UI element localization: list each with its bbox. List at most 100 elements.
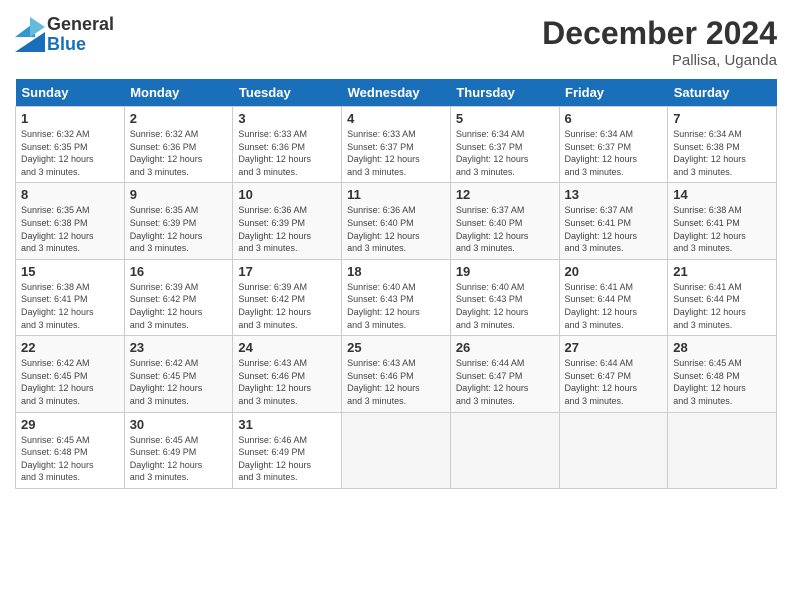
- calendar-cell: [559, 412, 668, 488]
- day-number: 24: [238, 340, 336, 355]
- calendar-cell: 5 Sunrise: 6:34 AMSunset: 6:37 PMDayligh…: [450, 107, 559, 183]
- day-info: Sunrise: 6:41 AMSunset: 6:44 PMDaylight:…: [565, 282, 638, 330]
- day-header-thursday: Thursday: [450, 79, 559, 107]
- calendar-cell: 22 Sunrise: 6:42 AMSunset: 6:45 PMDaylig…: [16, 336, 125, 412]
- day-number: 1: [21, 111, 119, 126]
- day-info: Sunrise: 6:40 AMSunset: 6:43 PMDaylight:…: [347, 282, 420, 330]
- calendar-cell: 7 Sunrise: 6:34 AMSunset: 6:38 PMDayligh…: [668, 107, 777, 183]
- day-info: Sunrise: 6:41 AMSunset: 6:44 PMDaylight:…: [673, 282, 746, 330]
- day-header-wednesday: Wednesday: [342, 79, 451, 107]
- day-number: 18: [347, 264, 445, 279]
- calendar-cell: 16 Sunrise: 6:39 AMSunset: 6:42 PMDaylig…: [124, 259, 233, 335]
- day-number: 20: [565, 264, 663, 279]
- day-info: Sunrise: 6:32 AMSunset: 6:35 PMDaylight:…: [21, 129, 94, 177]
- calendar-cell: 30 Sunrise: 6:45 AMSunset: 6:49 PMDaylig…: [124, 412, 233, 488]
- day-header-tuesday: Tuesday: [233, 79, 342, 107]
- calendar-cell: 20 Sunrise: 6:41 AMSunset: 6:44 PMDaylig…: [559, 259, 668, 335]
- calendar-cell: 17 Sunrise: 6:39 AMSunset: 6:42 PMDaylig…: [233, 259, 342, 335]
- month-title: December 2024: [542, 15, 777, 52]
- calendar-cell: 13 Sunrise: 6:37 AMSunset: 6:41 PMDaylig…: [559, 183, 668, 259]
- day-info: Sunrise: 6:46 AMSunset: 6:49 PMDaylight:…: [238, 435, 311, 483]
- day-number: 13: [565, 187, 663, 202]
- calendar-cell: 21 Sunrise: 6:41 AMSunset: 6:44 PMDaylig…: [668, 259, 777, 335]
- day-number: 26: [456, 340, 554, 355]
- calendar-cell: 15 Sunrise: 6:38 AMSunset: 6:41 PMDaylig…: [16, 259, 125, 335]
- calendar-cell: 12 Sunrise: 6:37 AMSunset: 6:40 PMDaylig…: [450, 183, 559, 259]
- logo: General Blue: [15, 15, 114, 55]
- header-row: SundayMondayTuesdayWednesdayThursdayFrid…: [16, 79, 777, 107]
- day-info: Sunrise: 6:39 AMSunset: 6:42 PMDaylight:…: [238, 282, 311, 330]
- day-info: Sunrise: 6:43 AMSunset: 6:46 PMDaylight:…: [238, 358, 311, 406]
- calendar-cell: 6 Sunrise: 6:34 AMSunset: 6:37 PMDayligh…: [559, 107, 668, 183]
- calendar-cell: 9 Sunrise: 6:35 AMSunset: 6:39 PMDayligh…: [124, 183, 233, 259]
- day-number: 7: [673, 111, 771, 126]
- calendar-cell: 18 Sunrise: 6:40 AMSunset: 6:43 PMDaylig…: [342, 259, 451, 335]
- calendar-cell: 25 Sunrise: 6:43 AMSunset: 6:46 PMDaylig…: [342, 336, 451, 412]
- day-info: Sunrise: 6:38 AMSunset: 6:41 PMDaylight:…: [673, 205, 746, 253]
- day-number: 5: [456, 111, 554, 126]
- day-number: 31: [238, 417, 336, 432]
- day-info: Sunrise: 6:45 AMSunset: 6:49 PMDaylight:…: [130, 435, 203, 483]
- calendar-cell: 14 Sunrise: 6:38 AMSunset: 6:41 PMDaylig…: [668, 183, 777, 259]
- day-info: Sunrise: 6:34 AMSunset: 6:38 PMDaylight:…: [673, 129, 746, 177]
- day-number: 27: [565, 340, 663, 355]
- day-info: Sunrise: 6:39 AMSunset: 6:42 PMDaylight:…: [130, 282, 203, 330]
- calendar-cell: 19 Sunrise: 6:40 AMSunset: 6:43 PMDaylig…: [450, 259, 559, 335]
- calendar-cell: 28 Sunrise: 6:45 AMSunset: 6:48 PMDaylig…: [668, 336, 777, 412]
- week-row-4: 22 Sunrise: 6:42 AMSunset: 6:45 PMDaylig…: [16, 336, 777, 412]
- day-info: Sunrise: 6:37 AMSunset: 6:40 PMDaylight:…: [456, 205, 529, 253]
- logo-blue: Blue: [47, 35, 114, 55]
- calendar-cell: 11 Sunrise: 6:36 AMSunset: 6:40 PMDaylig…: [342, 183, 451, 259]
- day-number: 9: [130, 187, 228, 202]
- day-info: Sunrise: 6:33 AMSunset: 6:36 PMDaylight:…: [238, 129, 311, 177]
- location: Pallisa, Uganda: [542, 52, 777, 69]
- day-info: Sunrise: 6:44 AMSunset: 6:47 PMDaylight:…: [456, 358, 529, 406]
- title-section: December 2024 Pallisa, Uganda: [542, 15, 777, 69]
- calendar-cell: 10 Sunrise: 6:36 AMSunset: 6:39 PMDaylig…: [233, 183, 342, 259]
- calendar-cell: [342, 412, 451, 488]
- day-number: 15: [21, 264, 119, 279]
- day-number: 6: [565, 111, 663, 126]
- day-header-saturday: Saturday: [668, 79, 777, 107]
- day-info: Sunrise: 6:42 AMSunset: 6:45 PMDaylight:…: [130, 358, 203, 406]
- calendar-cell: [450, 412, 559, 488]
- day-number: 29: [21, 417, 119, 432]
- week-row-3: 15 Sunrise: 6:38 AMSunset: 6:41 PMDaylig…: [16, 259, 777, 335]
- day-number: 11: [347, 187, 445, 202]
- day-info: Sunrise: 6:32 AMSunset: 6:36 PMDaylight:…: [130, 129, 203, 177]
- day-info: Sunrise: 6:37 AMSunset: 6:41 PMDaylight:…: [565, 205, 638, 253]
- day-number: 23: [130, 340, 228, 355]
- day-header-monday: Monday: [124, 79, 233, 107]
- day-info: Sunrise: 6:38 AMSunset: 6:41 PMDaylight:…: [21, 282, 94, 330]
- day-number: 3: [238, 111, 336, 126]
- logo-general: General: [47, 15, 114, 35]
- day-number: 2: [130, 111, 228, 126]
- day-info: Sunrise: 6:36 AMSunset: 6:40 PMDaylight:…: [347, 205, 420, 253]
- day-header-friday: Friday: [559, 79, 668, 107]
- logo-icon: [15, 17, 45, 52]
- calendar-cell: 29 Sunrise: 6:45 AMSunset: 6:48 PMDaylig…: [16, 412, 125, 488]
- calendar-cell: 31 Sunrise: 6:46 AMSunset: 6:49 PMDaylig…: [233, 412, 342, 488]
- calendar-cell: 26 Sunrise: 6:44 AMSunset: 6:47 PMDaylig…: [450, 336, 559, 412]
- day-info: Sunrise: 6:36 AMSunset: 6:39 PMDaylight:…: [238, 205, 311, 253]
- day-number: 25: [347, 340, 445, 355]
- day-info: Sunrise: 6:40 AMSunset: 6:43 PMDaylight:…: [456, 282, 529, 330]
- day-number: 30: [130, 417, 228, 432]
- calendar-cell: 1 Sunrise: 6:32 AMSunset: 6:35 PMDayligh…: [16, 107, 125, 183]
- week-row-5: 29 Sunrise: 6:45 AMSunset: 6:48 PMDaylig…: [16, 412, 777, 488]
- day-number: 21: [673, 264, 771, 279]
- day-info: Sunrise: 6:34 AMSunset: 6:37 PMDaylight:…: [565, 129, 638, 177]
- page-container: General Blue December 2024 Pallisa, Ugan…: [0, 0, 792, 612]
- day-number: 28: [673, 340, 771, 355]
- calendar-table: SundayMondayTuesdayWednesdayThursdayFrid…: [15, 79, 777, 489]
- header: General Blue December 2024 Pallisa, Ugan…: [15, 15, 777, 69]
- logo-text: General Blue: [47, 15, 114, 55]
- day-info: Sunrise: 6:34 AMSunset: 6:37 PMDaylight:…: [456, 129, 529, 177]
- calendar-cell: 27 Sunrise: 6:44 AMSunset: 6:47 PMDaylig…: [559, 336, 668, 412]
- calendar-cell: [668, 412, 777, 488]
- day-info: Sunrise: 6:42 AMSunset: 6:45 PMDaylight:…: [21, 358, 94, 406]
- day-number: 8: [21, 187, 119, 202]
- day-number: 10: [238, 187, 336, 202]
- calendar-cell: 24 Sunrise: 6:43 AMSunset: 6:46 PMDaylig…: [233, 336, 342, 412]
- day-number: 16: [130, 264, 228, 279]
